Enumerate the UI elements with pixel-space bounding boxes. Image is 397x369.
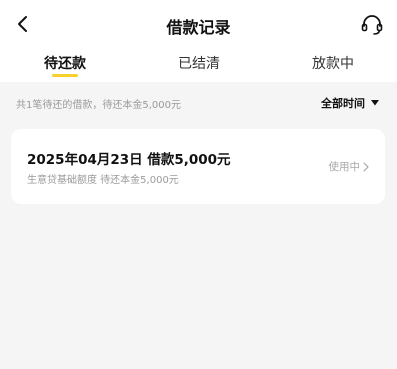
- headset-icon: [361, 15, 383, 35]
- top-bar: 借款记录 待还款 已结清 放款中: [0, 0, 397, 82]
- loan-card[interactable]: 2025年04月23日 借款5,000元 生意贷基础额度 待还本金5,000元 …: [11, 129, 385, 204]
- loan-subtitle: 生意贷基础额度 待还本金5,000元: [27, 175, 179, 186]
- active-tab-indicator: [52, 74, 78, 77]
- loan-status: 使用中: [329, 159, 370, 174]
- customer-service-button[interactable]: [359, 12, 385, 38]
- summary-text: 共1笔待还的借款，待还本金5,000元: [16, 100, 181, 111]
- summary-row: 共1笔待还的借款，待还本金5,000元 全部时间: [0, 82, 397, 122]
- loan-status-label: 使用中: [328, 161, 361, 173]
- tab-pending-repayment[interactable]: 待还款: [44, 53, 86, 73]
- tab-settled[interactable]: 已结清: [178, 53, 220, 73]
- chevron-right-icon: [363, 161, 369, 172]
- tab-disbursing[interactable]: 放款中: [312, 53, 354, 73]
- time-filter-dropdown[interactable]: 全部时间: [321, 95, 379, 111]
- time-filter-label: 全部时间: [321, 97, 365, 110]
- caret-down-icon: [371, 100, 379, 106]
- loan-title: 2025年04月23日 借款5,000元: [27, 152, 231, 168]
- page-title: 借款记录: [166, 18, 231, 37]
